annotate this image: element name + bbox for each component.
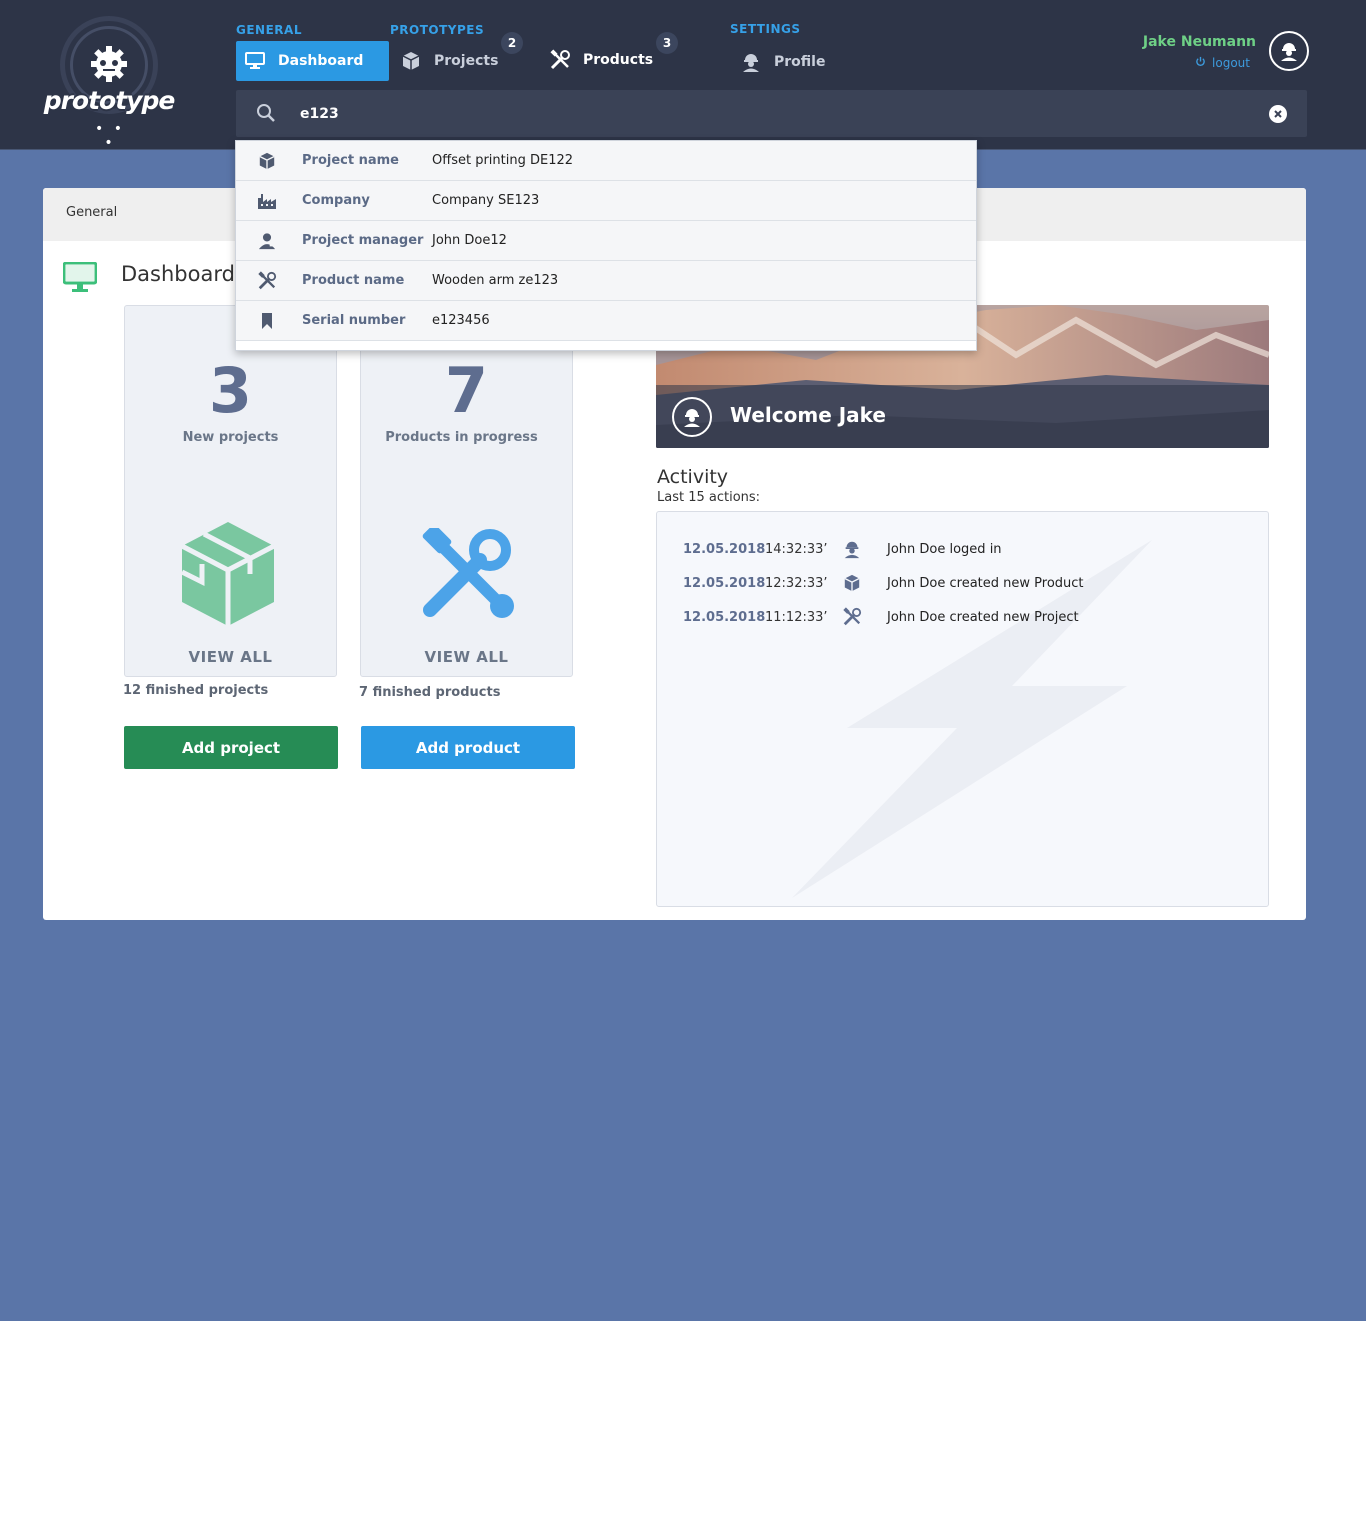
new-projects-label: New projects [182,430,279,445]
search-result-item[interactable]: Serial number e123456 [236,301,976,341]
search-result-item[interactable]: Product name Wooden arm ze123 [236,261,976,301]
manager-icon [256,230,278,252]
box-icon [180,520,276,632]
view-all-products-link[interactable]: VIEW ALL [360,648,573,666]
factory-icon [256,190,278,212]
search-result-item[interactable]: Project name Offset printing DE122 [236,141,976,181]
search-result-value: John Doe12 [432,233,507,248]
search-result-value: Offset printing DE122 [432,153,574,168]
box-icon [400,50,422,72]
worker-icon [841,538,863,560]
search-icon[interactable] [256,103,276,127]
logout-label: logout [1212,56,1250,70]
projects-count-badge: 2 [501,32,523,54]
search-result-value: e123456 [432,313,490,328]
add-product-button[interactable]: Add product [361,726,575,769]
tools-icon [256,270,278,292]
activity-row: 12.05.2018 12:32:33’ John Doe created ne… [657,571,1257,595]
search-result-item[interactable]: Company Company SE123 [236,181,976,221]
nav-dashboard-label: Dashboard [278,53,364,69]
activity-title: Activity [657,466,729,488]
products-count-badge: 3 [656,32,678,54]
finished-projects-text: 12 finished projects [123,683,269,698]
nav-section-settings: SETTINGS [730,22,801,36]
tools-icon [841,606,863,628]
activity-date: 12.05.2018 [683,541,766,557]
activity-text: John Doe created new Product [887,575,1084,591]
logo-wordmark[interactable]: prototype [36,86,182,115]
box-icon [841,572,863,594]
activity-row: 12.05.2018 14:32:33’ John Doe loged in [657,537,1257,561]
worker-icon [684,409,700,427]
tools-icon [549,49,571,71]
activity-date: 12.05.2018 [683,575,766,591]
box-icon [256,150,278,172]
logo-dots: • • • [95,121,125,151]
logout-link[interactable]: logout [1195,56,1250,70]
nav-section-prototypes: PROTOTYPES [390,23,485,37]
activity-text: John Doe loged in [887,541,1002,557]
nav-profile[interactable]: Profile [740,42,840,82]
worker-icon [740,51,762,73]
breadcrumb[interactable]: General [66,205,117,220]
nav-projects-label: Projects [434,53,499,69]
nav-products[interactable]: Products [549,40,659,80]
search-result-key: Company [302,193,370,208]
search-result-key: Serial number [302,313,406,328]
search-results-dropdown: Project name Offset printing DE122 Compa… [235,140,977,351]
search-result-value: Wooden arm ze123 [432,273,559,288]
user-name[interactable]: Jake Neumann [1143,34,1256,50]
activity-subtitle: Last 15 actions: [657,490,761,505]
worker-icon [1281,43,1297,61]
activity-list: 12.05.2018 14:32:33’ John Doe loged in 1… [656,511,1269,907]
add-project-button[interactable]: Add project [124,726,338,769]
search-result-value: Company SE123 [432,193,540,208]
nav-dashboard[interactable]: Dashboard [236,41,389,81]
power-icon [1195,56,1206,70]
bookmark-icon [256,310,278,332]
tools-icon [420,524,516,624]
activity-time: 12:32:33’ [765,575,828,591]
clear-search-icon[interactable] [1269,105,1287,123]
nav-section-general: GENERAL [236,23,302,37]
search-result-item[interactable]: Project manager John Doe12 [236,221,976,261]
products-in-progress-label: Products in progress [385,430,538,445]
gear-icon [89,44,129,88]
activity-row: 12.05.2018 11:12:33’ John Doe created ne… [657,605,1257,629]
activity-date: 12.05.2018 [683,609,766,625]
welcome-text: Welcome Jake [730,403,886,427]
search-result-key: Product name [302,273,405,288]
dashboard-title-icon [62,261,98,298]
nav-projects[interactable]: Projects [400,41,500,81]
view-all-projects-link[interactable]: VIEW ALL [124,648,337,666]
nav-profile-label: Profile [774,54,826,70]
activity-text: John Doe created new Project [887,609,1079,625]
user-avatar[interactable] [1269,31,1309,71]
search-bar [236,90,1307,137]
products-in-progress-count: 7 [444,354,489,427]
activity-time: 14:32:33’ [765,541,828,557]
monitor-icon [244,50,266,72]
page-title: Dashboard [121,262,235,286]
search-result-key: Project name [302,153,399,168]
new-projects-count: 3 [208,354,253,427]
nav-products-label: Products [583,52,654,68]
search-result-key: Project manager [302,233,424,248]
welcome-avatar [672,397,712,437]
finished-products-text: 7 finished products [359,685,501,700]
activity-time: 11:12:33’ [765,609,828,625]
search-input[interactable] [300,90,1200,137]
